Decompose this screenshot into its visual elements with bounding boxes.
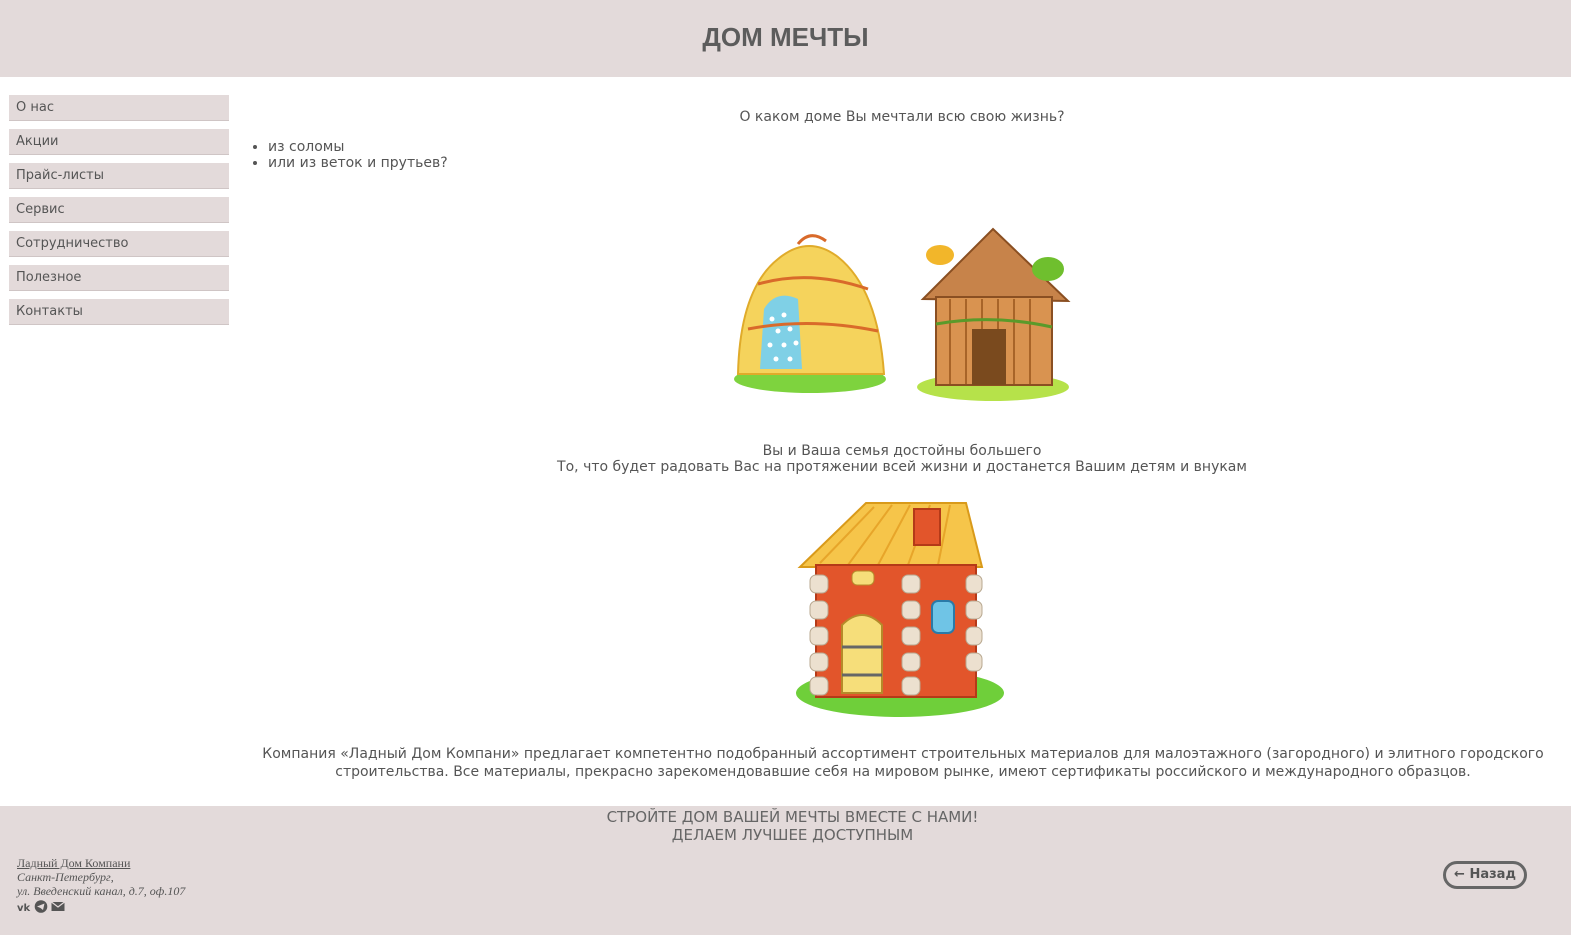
sidebar-nav: О нас Акции Прайс-листы Сервис Сотруднич… (9, 95, 229, 333)
brick-house-image (796, 502, 1004, 717)
sidebar-item-about[interactable]: О нас (9, 95, 229, 121)
sidebar-item-price-lists[interactable]: Прайс-листы (9, 163, 229, 189)
intro-question: О каком доме Вы мечтали всю свою жизнь? (739, 109, 1065, 125)
list-item: или из веток и прутьев? (268, 155, 448, 171)
straw-and-stick-houses-image (734, 227, 1071, 401)
caption-line-2: То, что будет радовать Вас на протяжении… (557, 459, 1247, 475)
vk-icon[interactable]: vk (17, 900, 31, 913)
svg-text:vk: vk (17, 903, 31, 913)
caption-text: Вы и Ваша семья достойны большего То, чт… (240, 443, 1564, 475)
main-content: О каком доме Вы мечтали всю свою жизнь? … (240, 77, 1571, 806)
sidebar-item-promotions[interactable]: Акции (9, 129, 229, 155)
back-button[interactable]: ← Назад (1443, 861, 1527, 889)
company-name-link[interactable]: Ладный Дом Компани (17, 856, 130, 870)
footer-slogan: СТРОЙТЕ ДОМ ВАШЕЙ МЕЧТЫ ВМЕСТЕ С НАМИ! Д… (0, 808, 1571, 844)
caption-line-1: Вы и Ваша семья достойны большего (762, 443, 1042, 459)
slogan-line-1: СТРОЙТЕ ДОМ ВАШЕЙ МЕЧТЫ ВМЕСТЕ С НАМИ! (606, 808, 979, 826)
company-description: Компания «Ладный Дом Компани» предлагает… (262, 746, 1544, 780)
telegram-icon[interactable] (34, 900, 48, 913)
social-links: vk (17, 900, 185, 913)
sidebar-item-service[interactable]: Сервис (9, 197, 229, 223)
house-options-list: из соломы или из веток и прутьев? (250, 139, 448, 171)
list-item: из соломы (268, 139, 448, 155)
sidebar-item-useful[interactable]: Полезное (9, 265, 229, 291)
company-contacts: Ладный Дом Компани Санкт-Петербург, ул. … (17, 856, 185, 913)
sidebar-item-cooperation[interactable]: Сотрудничество (9, 231, 229, 257)
page-footer: СТРОЙТЕ ДОМ ВАШЕЙ МЕЧТЫ ВМЕСТЕ С НАМИ! Д… (0, 806, 1571, 935)
slogan-line-2: ДЕЛАЕМ ЛУЧШЕЕ ДОСТУПНЫМ (671, 826, 914, 844)
company-address: ул. Введенский канал, д.7, оф.107 (17, 884, 186, 898)
page-header: ДОМ МЕЧТЫ (0, 0, 1571, 77)
company-city: Санкт-Петербург, (17, 870, 114, 884)
sidebar-item-contacts[interactable]: Контакты (9, 299, 229, 325)
email-icon[interactable] (51, 900, 65, 913)
page-title: ДОМ МЕЧТЫ (702, 22, 869, 52)
